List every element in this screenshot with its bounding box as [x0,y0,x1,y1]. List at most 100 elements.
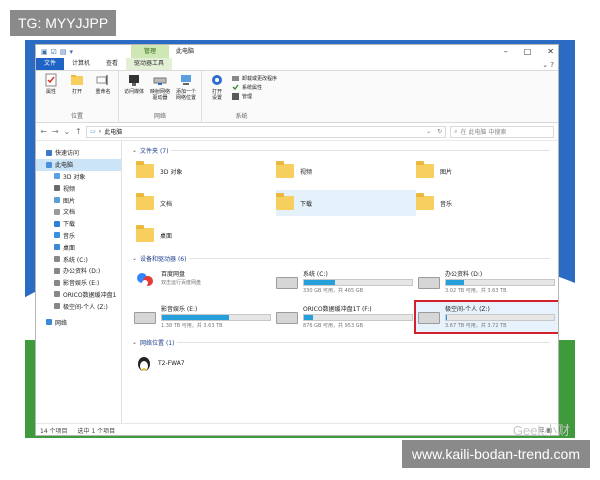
network-section-header[interactable]: ⌄ 网络位置 (1) [132,336,558,348]
address-field[interactable]: ▭ › 此电脑 ⌄ ↻ [86,125,447,138]
drive-f[interactable]: ORICO数据缓冲盘1T (F:) 876 GB 可用，共 953 GB [274,302,416,332]
dropdown-icon[interactable]: ▾ [70,48,74,56]
forward-arrow-icon[interactable]: → [52,127,60,136]
quick-access-toolbar: ▣ ☑ ▤ ▾ [36,48,73,56]
refresh-icon[interactable]: ↻ [437,128,445,135]
tab-drive-tools[interactable]: 驱动器工具 [126,58,173,70]
nav-music[interactable]: 音乐 [36,230,121,242]
drive-icon [54,256,60,263]
drive-baidu-netdisk[interactable]: 百度网盘 双击运行百度网盘 [132,267,274,297]
devices-section-header[interactable]: ⌄ 设备和驱动器 (6) [132,252,558,264]
open-settings-button[interactable]: 打开 设置 [206,73,228,101]
tab-computer[interactable]: 计算机 [64,58,98,70]
drive-icon [54,303,60,310]
title-bar: ▣ ☑ ▤ ▾ 管理 此电脑 – □ ✕ [36,45,558,59]
content-pane: ⌄ 文件夹 (7) 3D 对象 视频 图片 文档 下载 音乐 桌面 ⌄ 设备和驱… [122,141,558,423]
drive-e[interactable]: 影音娱乐 (E:) 1.38 TB 可用，共 3.63 TB [132,302,274,332]
nav-drive-c[interactable]: 系统 (C:) [36,253,121,265]
nav-videos[interactable]: 视频 [36,182,121,194]
download-icon [54,220,60,227]
open-button[interactable]: 打开 [66,73,88,95]
access-media-button[interactable]: 访问媒体 [123,73,145,95]
checkbox-icon[interactable]: ☑ [51,48,57,56]
network-icon [46,319,52,326]
drive-icon [276,277,298,289]
network-location-item[interactable]: T2-FWA7 [132,352,558,374]
nav-documents[interactable]: 文档 [36,206,121,218]
nav-drive-d[interactable]: 办公资料 (D:) [36,265,121,277]
drive-icon [418,312,440,324]
usage-bar [303,279,413,286]
nav-drive-z[interactable]: 极空间-个人 (Z:) [36,300,121,312]
folders-grid: 3D 对象 视频 图片 文档 下载 音乐 桌面 [132,158,558,248]
folder-downloads[interactable]: 下载 [276,190,416,216]
minimize-button[interactable]: – [504,45,508,59]
drive-z[interactable]: 极空间-个人 (Z:) 3.67 TB 可用，共 3.72 TB [414,300,558,334]
maximize-button[interactable]: □ [524,45,532,59]
linux-penguin-icon [138,357,150,371]
folder-icon [136,161,154,178]
status-bar: 14 个项目 选中 1 个项目 ☰ ▦ [36,423,558,435]
properties-button[interactable]: 属性 [40,73,62,95]
folder-3d-objects[interactable]: 3D 对象 [136,158,276,184]
nav-network[interactable]: 网络 [36,316,121,328]
recent-dropdown-icon[interactable]: ⌄ [63,127,71,136]
folder-icon [416,161,434,178]
nav-pictures[interactable]: 图片 [36,194,121,206]
manage-context-tab[interactable]: 管理 [131,45,169,59]
tab-view[interactable]: 查看 [98,58,126,70]
folder-documents[interactable]: 文档 [136,190,276,216]
nav-this-pc[interactable]: 此电脑 [36,158,121,171]
rename-button[interactable]: 重命名 [92,73,114,95]
window-controls: – □ ✕ [504,45,554,59]
ribbon-expand-icon[interactable]: ⌄ ? [542,59,554,71]
search-icon: ⌕ [454,127,458,135]
network-group: 访问媒体 映射网络 驱动器 添加一个 网络位置 网络 [119,71,202,122]
breadcrumb-this-pc[interactable]: 此电脑 [104,127,122,136]
folder-icon [136,225,154,242]
manage-button[interactable]: 管理 [232,93,277,100]
tab-file[interactable]: 文件 [36,58,65,70]
nav-quick-access[interactable]: 快速访问 [36,147,121,159]
usage-bar [303,314,413,321]
folder-pictures[interactable]: 图片 [416,158,556,184]
folders-section-header[interactable]: ⌄ 文件夹 (7) [132,144,558,156]
document-icon [54,208,60,215]
folder-icon[interactable]: ▤ [60,48,67,56]
folder-icon [136,193,154,210]
nav-drive-e[interactable]: 影音娱乐 (E:) [36,277,121,289]
ribbon: 属性 打开 重命名 位置 访问媒体 映射网络 驱动器 添加一个 网络位置 网络 … [36,71,558,123]
nav-drive-f[interactable]: ORICO数据缓冲盘1 [36,289,121,301]
window-title: 此电脑 [176,48,195,55]
main-area: 快速访问 此电脑 3D 对象 视频 图片 文档 下载 音乐 桌面 系统 (C:)… [36,141,558,423]
folder-icon [276,161,294,178]
location-group-label: 位置 [70,113,83,120]
drive-icon [276,312,298,324]
folder-icon [416,193,434,210]
nav-desktop[interactable]: 桌面 [36,241,121,253]
pc-icon[interactable]: ▣ [41,48,48,56]
up-arrow-icon[interactable]: ↑ [75,127,83,136]
address-dropdown-icon[interactable]: ⌄ [426,128,434,135]
folder-music[interactable]: 音乐 [416,190,556,216]
uninstall-programs-button[interactable]: 卸载或更改程序 [232,75,277,82]
back-arrow-icon[interactable]: ← [40,127,48,136]
drive-c[interactable]: 系统 (C:) 330 GB 可用，共 465 GB [274,267,416,297]
map-drive-icon [153,77,167,85]
close-button[interactable]: ✕ [547,45,554,59]
nav-downloads[interactable]: 下载 [36,218,121,230]
folder-videos[interactable]: 视频 [276,158,416,184]
drive-icon [54,291,60,298]
folder-icon [276,193,294,210]
tg-badge: TG: MYYJJPP [10,10,117,36]
drive-d[interactable]: 办公资料 (D:) 3.02 TB 可用，共 3.63 TB [416,267,558,297]
network-location-icon [181,75,191,85]
collapse-chevron-icon: ⌄ [132,254,138,262]
folder-desktop[interactable]: 桌面 [136,222,276,248]
system-properties-button[interactable]: 系统属性 [232,84,277,91]
search-input[interactable]: ⌕ 在 此电脑 中搜索 [450,125,554,138]
media-icon [129,75,139,86]
add-network-location-button[interactable]: 添加一个 网络位置 [175,73,197,101]
map-drive-button[interactable]: 映射网络 驱动器 [149,73,171,101]
nav-3d-objects[interactable]: 3D 对象 [36,171,121,183]
